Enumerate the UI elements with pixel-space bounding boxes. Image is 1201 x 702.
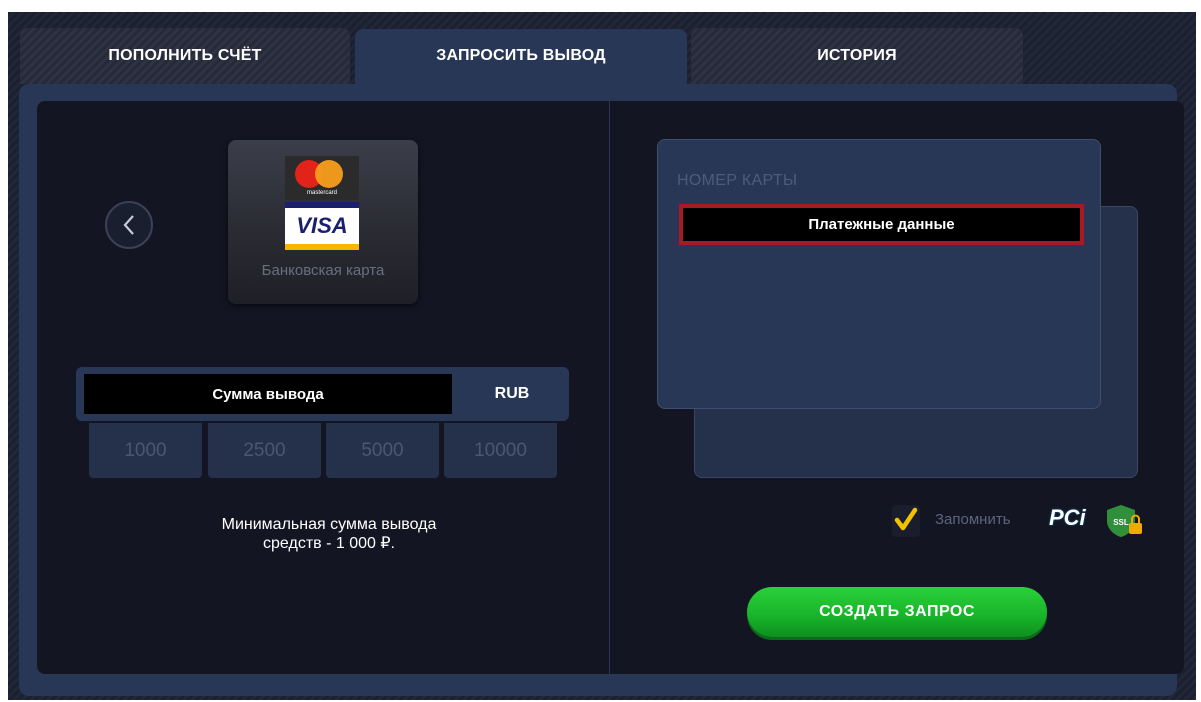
prev-method-button[interactable] bbox=[105, 201, 153, 249]
tab-history[interactable]: ИСТОРИЯ bbox=[691, 28, 1023, 84]
payment-method-label: Банковская карта bbox=[261, 262, 385, 279]
pci-badge: PCi bbox=[1049, 505, 1086, 530]
preset-amount-button[interactable]: 5000 bbox=[326, 423, 439, 478]
card-number-input[interactable] bbox=[679, 204, 1084, 245]
withdraw-amount-input[interactable] bbox=[84, 374, 452, 414]
payment-method-card[interactable]: mastercard VISA Банковская карта bbox=[228, 140, 418, 304]
chevron-left-icon bbox=[123, 215, 134, 235]
tab-deposit[interactable]: ПОПОЛНИТЬ СЧЁТ bbox=[20, 28, 350, 84]
preset-amount-button[interactable]: 10000 bbox=[444, 423, 557, 478]
min-withdraw-note: Минимальная сумма вывода средств - 1 000… bbox=[150, 515, 508, 553]
min-note-line: Минимальная сумма вывода bbox=[221, 516, 437, 533]
card-number-label: НОМЕР КАРТЫ bbox=[677, 172, 798, 189]
visa-logo: VISA bbox=[285, 202, 359, 250]
column-divider bbox=[609, 101, 610, 674]
remember-checkbox[interactable] bbox=[892, 505, 920, 537]
checkmark-icon bbox=[894, 507, 918, 531]
remember-label[interactable]: Запомнить bbox=[935, 511, 1011, 528]
ssl-shield-icon: SSL bbox=[1107, 505, 1142, 537]
preset-amount-button[interactable]: 2500 bbox=[208, 423, 321, 478]
currency-label: RUB bbox=[494, 385, 530, 402]
ssl-badge-text: SSL bbox=[1113, 518, 1129, 527]
tab-withdraw[interactable]: ЗАПРОСИТЬ ВЫВОД bbox=[355, 29, 687, 99]
preset-amount-button[interactable]: 1000 bbox=[89, 423, 202, 478]
min-note-line: средств - 1 000 ₽. bbox=[263, 535, 395, 552]
mastercard-logo: mastercard bbox=[285, 156, 359, 200]
create-request-button[interactable]: СОЗДАТЬ ЗАПРОС bbox=[747, 587, 1047, 637]
